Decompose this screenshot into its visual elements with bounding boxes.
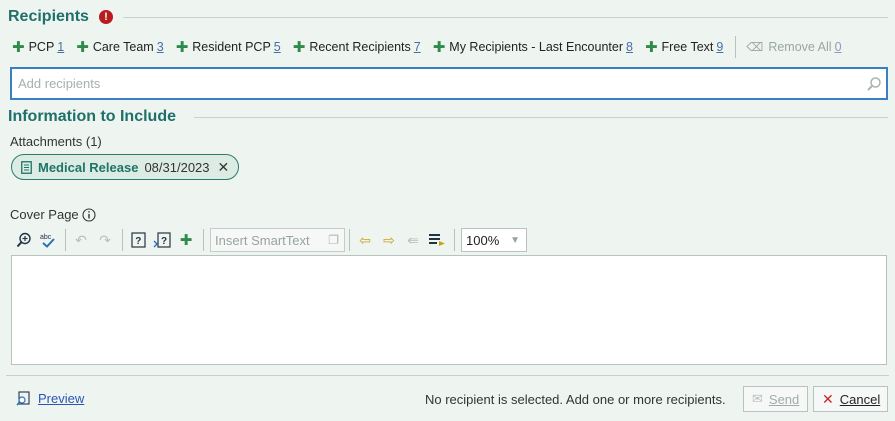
cover-page-label-row: Cover Page: [10, 207, 96, 222]
cover-page-label: Cover Page: [10, 207, 79, 222]
add-recipients-input[interactable]: [12, 69, 866, 98]
add-pcp-button[interactable]: ✚ PCP 1: [12, 40, 64, 55]
plus-icon: ✚: [12, 38, 25, 56]
status-message: No recipient is selected. Add one or mor…: [425, 392, 726, 407]
recipients-title: Recipients: [8, 8, 89, 25]
chevron-down-icon: ▼: [510, 234, 520, 246]
cover-page-editor[interactable]: [11, 255, 887, 365]
remove-attachment-icon[interactable]: ✕: [218, 159, 230, 176]
send-button[interactable]: ✉ Send: [743, 386, 808, 412]
recipients-header: Recipients !: [8, 8, 888, 26]
add-resident-pcp-button[interactable]: ✚ Resident PCP 5: [176, 40, 281, 55]
add-my-recipients-last-encounter-button[interactable]: ✚ My Recipients - Last Encounter 8: [433, 40, 633, 55]
remove-all-button[interactable]: ⌫ Remove All 0: [746, 40, 841, 54]
attachment-date: 08/31/2023: [144, 159, 210, 175]
toolbar-separator: [122, 229, 123, 251]
info-icon[interactable]: [82, 207, 96, 222]
recipient-quick-add-bar: ✚ PCP 1 ✚ Care Team 3 ✚ Resident PCP 5 ✚…: [12, 36, 854, 58]
add-free-text-button[interactable]: ✚ Free Text 9: [645, 40, 723, 55]
required-alert-icon: !: [98, 10, 113, 24]
footer-divider: [6, 375, 889, 376]
svg-text:?: ?: [135, 236, 141, 247]
smartlist-next-icon[interactable]: ?: [151, 229, 173, 251]
toolbar-separator: [349, 229, 350, 251]
accept-field-icon[interactable]: ⇚: [402, 229, 424, 251]
add-smartphrase-icon[interactable]: ✚: [175, 229, 197, 251]
add-recipients-field: [10, 67, 888, 100]
next-field-arrow-icon[interactable]: ⇨: [378, 229, 400, 251]
add-care-team-button[interactable]: ✚ Care Team 3: [76, 40, 163, 55]
insert-list-icon[interactable]: [426, 229, 448, 251]
undo-icon[interactable]: ↶: [70, 229, 92, 251]
preview-icon[interactable]: [16, 391, 31, 406]
smarttext-list-icon[interactable]: ❐: [328, 233, 339, 247]
toolbar-separator: [454, 229, 455, 251]
attachments-label: Attachments (1): [10, 134, 102, 149]
zoom-in-icon[interactable]: [13, 229, 35, 251]
add-recent-recipients-button[interactable]: ✚ Recent Recipients 7: [293, 40, 421, 55]
envelope-icon: ✉: [752, 391, 763, 406]
information-header: Information to Include: [8, 108, 888, 126]
plus-icon: ✚: [76, 38, 89, 56]
search-icon[interactable]: [866, 76, 882, 92]
preview-link-row: Preview: [16, 391, 84, 406]
insert-smarttext-field[interactable]: Insert SmartText ❐: [210, 228, 345, 252]
section-divider: [122, 16, 888, 18]
attachment-chip[interactable]: Medical Release 08/31/2023 ✕: [11, 154, 240, 180]
smartlist-icon[interactable]: ?: [127, 229, 149, 251]
toolbar-separator: [203, 229, 204, 251]
plus-icon: ✚: [644, 38, 658, 56]
cancel-button[interactable]: ✕ Cancel: [813, 386, 888, 412]
eraser-icon: ⌫: [746, 40, 764, 54]
svg-text:?: ?: [161, 236, 167, 247]
plus-icon: ✚: [292, 38, 306, 56]
redo-icon[interactable]: ↷: [94, 229, 116, 251]
previous-field-arrow-icon[interactable]: ⇦: [354, 229, 376, 251]
preview-link[interactable]: Preview: [38, 391, 84, 406]
editor-toolbar: abc ↶ ↷ ? ? ✚ Insert SmartText ❐ ⇦ ⇨ ⇚ 1…: [13, 228, 527, 252]
svg-text:abc: abc: [40, 234, 52, 241]
attachment-name: Medical Release: [38, 159, 139, 175]
plus-icon: ✚: [432, 38, 446, 56]
information-title: Information to Include: [8, 108, 176, 125]
toolbar-separator: [735, 36, 737, 58]
section-divider: [194, 116, 888, 118]
close-icon: ✕: [822, 390, 834, 407]
document-icon: [21, 160, 32, 174]
zoom-select[interactable]: 100% ▼: [461, 228, 527, 252]
toolbar-separator: [65, 229, 66, 251]
plus-icon: ✚: [175, 38, 189, 56]
spell-check-icon[interactable]: abc: [37, 229, 59, 251]
